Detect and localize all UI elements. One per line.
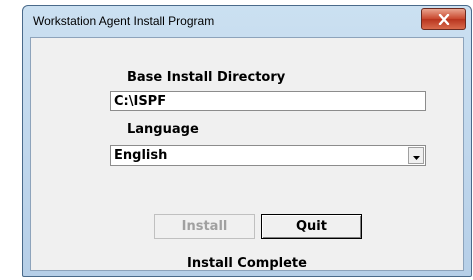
language-select[interactable]: English xyxy=(110,145,426,166)
directory-label: Base Install Directory xyxy=(127,70,286,85)
status-text: Install Complete xyxy=(187,256,307,271)
close-button[interactable] xyxy=(421,8,466,30)
quit-button[interactable]: Quit xyxy=(261,214,362,239)
install-button[interactable]: Install xyxy=(154,214,255,239)
language-label: Language xyxy=(127,122,199,137)
close-icon xyxy=(438,13,450,25)
installer-window: Workstation Agent Install Program Base I… xyxy=(22,5,472,277)
dialog-body: Base Install Directory Language English … xyxy=(30,37,464,271)
chevron-down-icon xyxy=(412,147,420,165)
title-bar[interactable]: Workstation Agent Install Program xyxy=(23,6,471,37)
dropdown-button[interactable] xyxy=(408,147,424,164)
language-selected-value: English xyxy=(114,148,168,163)
directory-input[interactable] xyxy=(110,91,426,111)
window-title: Workstation Agent Install Program xyxy=(33,14,215,28)
